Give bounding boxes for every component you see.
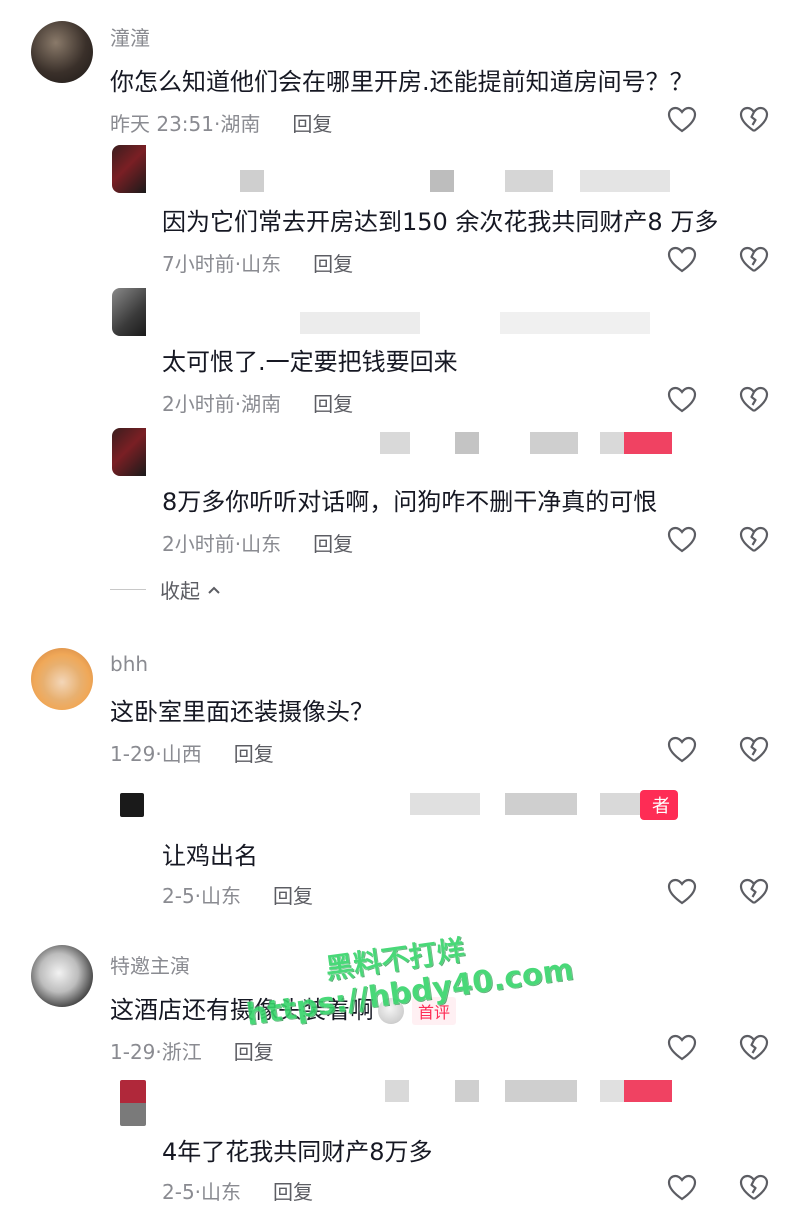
reply-button[interactable]: 回复 xyxy=(234,742,274,766)
comment-meta: 1-29·浙江 回复 xyxy=(110,1040,274,1064)
reply-location: 山东 xyxy=(201,884,242,908)
heart-outline-icon[interactable] xyxy=(666,244,698,276)
comment-time: 1-29 xyxy=(110,742,156,766)
author-tag: 者 xyxy=(640,790,678,820)
broken-heart-icon[interactable] xyxy=(738,524,770,556)
blurred-username xyxy=(530,432,578,454)
avatar[interactable] xyxy=(31,945,93,1007)
comment-username[interactable]: 特邀主演 xyxy=(110,950,190,979)
reply-time: 7小时前 xyxy=(162,252,235,276)
heart-outline-icon[interactable] xyxy=(666,1172,698,1204)
broken-heart-icon[interactable] xyxy=(738,734,770,766)
reply-time: 2小时前 xyxy=(162,532,235,556)
reply-time: 2-5 xyxy=(162,884,195,908)
heart-outline-icon[interactable] xyxy=(666,524,698,556)
reply-button[interactable]: 回复 xyxy=(292,112,332,136)
reply-meta: 2小时前·湖南 回复 xyxy=(162,392,354,416)
blurred-username xyxy=(505,170,553,192)
comment-text: 这卧室里面还装摄像头？ xyxy=(110,698,374,726)
comment-text: 你怎么知道他们会在哪里开房.还能提前知道房间号？？ xyxy=(110,68,694,96)
blurred-username xyxy=(455,432,479,454)
blurred-username xyxy=(505,1080,577,1102)
blurred-username xyxy=(300,312,420,334)
blurred-username xyxy=(410,793,480,815)
comment-location: 山西 xyxy=(161,742,202,766)
broken-heart-icon[interactable] xyxy=(738,1172,770,1204)
comment-time: 昨天 23:51 xyxy=(110,112,214,136)
reply-location: 山东 xyxy=(201,1180,242,1204)
avatar[interactable] xyxy=(31,21,93,83)
reply-location: 湖南 xyxy=(241,392,282,416)
heart-outline-icon[interactable] xyxy=(666,876,698,908)
reply-button[interactable]: 回复 xyxy=(313,532,353,556)
broken-heart-icon[interactable] xyxy=(738,1032,770,1064)
blurred-username xyxy=(240,170,264,192)
reply-avatar[interactable] xyxy=(112,428,146,476)
comment-location: 浙江 xyxy=(161,1040,202,1064)
avatar[interactable] xyxy=(31,648,93,710)
comment-username[interactable]: 潼潼 xyxy=(110,22,150,51)
reply-avatar[interactable] xyxy=(112,145,146,193)
reply-meta: 7小时前·山东 回复 xyxy=(162,252,354,276)
reply-button[interactable]: 回复 xyxy=(273,1180,313,1204)
blurred-username xyxy=(380,432,410,454)
author-tag-blurred xyxy=(624,1080,672,1102)
blurred-username xyxy=(600,432,624,454)
broken-heart-icon[interactable] xyxy=(738,876,770,908)
broken-heart-icon[interactable] xyxy=(738,384,770,416)
blurred-username xyxy=(500,312,650,334)
reply-button[interactable]: 回复 xyxy=(273,884,313,908)
blurred-username xyxy=(385,1080,409,1102)
blurred-username xyxy=(505,793,577,815)
comment-meta: 昨天 23:51·湖南 回复 xyxy=(110,112,333,136)
reply-button[interactable]: 回复 xyxy=(313,392,353,416)
divider xyxy=(110,589,146,590)
comment-meta: 1-29·山西 回复 xyxy=(110,742,274,766)
comment-location: 湖南 xyxy=(220,112,261,136)
collapse-label: 收起 xyxy=(160,579,200,603)
reply-time: 2小时前 xyxy=(162,392,235,416)
blurred-username xyxy=(600,793,640,815)
reply-text: 让鸡出名 xyxy=(162,842,258,870)
reply-time: 2-5 xyxy=(162,1180,195,1204)
reply-meta: 2-5·山东 回复 xyxy=(162,1180,314,1204)
reply-meta: 2-5·山东 回复 xyxy=(162,884,314,908)
reply-text: 4年了花我共同财产8万多 xyxy=(162,1138,433,1166)
heart-outline-icon[interactable] xyxy=(666,734,698,766)
comment-time: 1-29 xyxy=(110,1040,156,1064)
reply-button[interactable]: 回复 xyxy=(234,1040,274,1064)
blurred-username xyxy=(600,1080,624,1102)
reply-text: 8万多你听听对话啊，问狗咋不删干净真的可恨 xyxy=(162,488,658,516)
heart-outline-icon[interactable] xyxy=(666,1032,698,1064)
reply-location: 山东 xyxy=(241,252,282,276)
reply-avatar[interactable] xyxy=(112,288,146,336)
broken-heart-icon[interactable] xyxy=(738,244,770,276)
reply-meta: 2小时前·山东 回复 xyxy=(162,532,354,556)
chevron-up-icon xyxy=(208,586,220,594)
blurred-username xyxy=(455,1080,479,1102)
collapse-replies-button[interactable]: 收起 xyxy=(110,575,222,604)
reply-avatar[interactable] xyxy=(120,1080,146,1126)
blurred-username xyxy=(430,170,454,192)
broken-heart-icon[interactable] xyxy=(738,104,770,136)
heart-outline-icon[interactable] xyxy=(666,384,698,416)
reply-location: 山东 xyxy=(241,532,282,556)
reply-text: 太可恨了.一定要把钱要回来 xyxy=(162,348,458,376)
reply-avatar[interactable] xyxy=(120,793,144,817)
author-tag-blurred xyxy=(624,432,672,454)
reply-text: 因为它们常去开房达到150 余次花我共同财产8 万多 xyxy=(162,208,719,236)
blurred-username xyxy=(580,170,670,192)
comment-username[interactable]: bhh xyxy=(110,652,148,676)
reply-button[interactable]: 回复 xyxy=(313,252,353,276)
heart-outline-icon[interactable] xyxy=(666,104,698,136)
